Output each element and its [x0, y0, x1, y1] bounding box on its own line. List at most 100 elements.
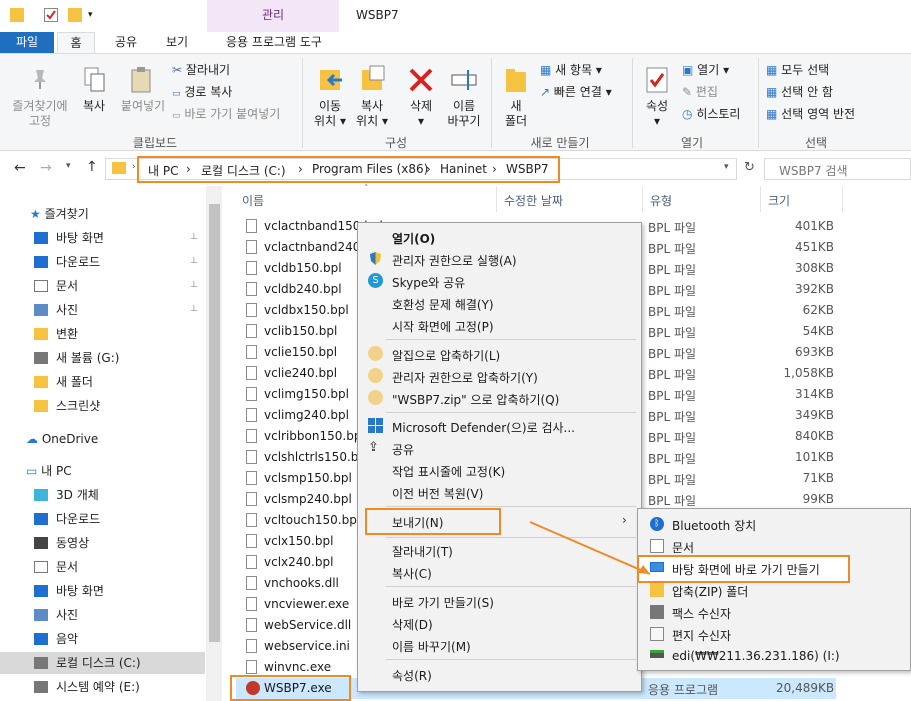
- recent-chevron-icon[interactable]: ▾: [66, 161, 71, 171]
- sidebar-item[interactable]: 바탕 화면: [34, 580, 104, 602]
- new-folder-icon: [505, 66, 527, 94]
- history-button[interactable]: ◷ 히스토리: [682, 106, 740, 122]
- menu-run-admin[interactable]: 관리자 권한으로 실행(A): [392, 252, 517, 269]
- sidebar-item[interactable]: 로컬 디스크 (C:): [34, 652, 141, 674]
- menu-rename[interactable]: 이름 바꾸기(M): [392, 638, 471, 655]
- nav-scrollbar-thumb[interactable]: [209, 204, 220, 642]
- up-icon[interactable]: ↑: [86, 159, 98, 175]
- move-to-button[interactable]: 이동 위치 ▾: [310, 99, 350, 129]
- menu-compress-admin[interactable]: 관리자 권한으로 압축하기(Y): [392, 369, 538, 386]
- sidebar-item[interactable]: 다운로드: [34, 508, 100, 530]
- nav-onedrive[interactable]: ☁ OneDrive: [26, 428, 98, 450]
- menu-skype[interactable]: Skype와 공유: [392, 274, 465, 291]
- sidebar-item[interactable]: 다운로드: [34, 251, 100, 273]
- column-size[interactable]: 크기: [768, 192, 790, 209]
- pin-icon[interactable]: ⊥: [190, 232, 198, 242]
- sidebar-item[interactable]: 문서: [34, 275, 78, 297]
- submenu-desktop-shortcut[interactable]: 바탕 화면에 바로 가기 만들기: [672, 561, 820, 578]
- open-button[interactable]: ▣ 열기 ▾: [682, 62, 729, 78]
- refresh-icon[interactable]: ↻: [744, 160, 755, 175]
- menu-cut[interactable]: 잘라내기(T): [392, 543, 453, 560]
- sidebar-item[interactable]: 스크린샷: [34, 395, 100, 417]
- sidebar-item[interactable]: 새 볼륨 (G:): [34, 347, 119, 369]
- menu-delete[interactable]: 삭제(D): [392, 616, 433, 633]
- tab-share[interactable]: 공유: [107, 32, 145, 53]
- new-item-button[interactable]: ▦ 새 항목 ▾: [540, 62, 602, 78]
- menu-compat[interactable]: 호환성 문제 해결(Y): [392, 296, 494, 313]
- submenu-mail[interactable]: 편지 수신자: [672, 627, 731, 644]
- column-date[interactable]: 수정한 날짜: [504, 192, 563, 209]
- back-icon[interactable]: ←: [14, 160, 26, 176]
- forward-icon[interactable]: →: [40, 160, 52, 176]
- tab-app-tools[interactable]: 응용 프로그램 도구: [212, 32, 336, 53]
- address-dropdown-icon[interactable]: ▾: [724, 162, 729, 172]
- copy-button[interactable]: 복사: [76, 99, 112, 114]
- delete-button[interactable]: 삭제 ▾: [402, 99, 440, 129]
- new-folder-button[interactable]: 새 폴더: [500, 99, 532, 129]
- submenu-fax[interactable]: 팩스 수신자: [672, 605, 731, 622]
- file-size: 99KB: [802, 492, 834, 506]
- select-all-button[interactable]: ▦ 모두 선택: [766, 62, 829, 78]
- invert-selection-button[interactable]: ▦ 선택 영역 반전: [766, 106, 855, 122]
- column-name[interactable]: 이름: [242, 192, 264, 209]
- menu-create-shortcut[interactable]: 바로 가기 만들기(S): [392, 594, 494, 611]
- easy-access-button[interactable]: ↗ 빠른 연결 ▾: [540, 84, 612, 100]
- rename-button[interactable]: 이름 바꾸기: [442, 99, 486, 129]
- paste-shortcut-button[interactable]: ▭ 바로 가기 붙여넣기: [172, 106, 280, 124]
- copy-to-button[interactable]: 복사 위치 ▾: [352, 99, 392, 129]
- send-to-highlight: [365, 508, 501, 535]
- menu-defender[interactable]: Microsoft Defender(으)로 검사...: [392, 419, 575, 436]
- tab-view[interactable]: 보기: [157, 32, 197, 53]
- bluetooth-icon: ᛒ: [650, 517, 664, 531]
- cut-button[interactable]: ✂ 잘라내기: [172, 62, 230, 78]
- sidebar-item[interactable]: 3D 개체: [34, 484, 99, 506]
- menu-share[interactable]: 공유: [392, 441, 414, 458]
- sidebar-item[interactable]: 변환: [34, 323, 78, 345]
- file-icon: [246, 324, 257, 338]
- file-name: vncviewer.exe: [264, 597, 350, 611]
- column-type[interactable]: 유형: [650, 192, 672, 209]
- sidebar-item[interactable]: 음악: [34, 628, 78, 650]
- menu-properties[interactable]: 속성(R): [392, 667, 432, 684]
- menu-pin-start[interactable]: 시작 화면에 고정(P): [392, 318, 494, 335]
- submenu-bluetooth[interactable]: Bluetooth 장치: [672, 517, 756, 534]
- pin-icon[interactable]: ⊥: [190, 280, 198, 290]
- nav-this-pc[interactable]: ▭ 내 PC: [26, 460, 72, 482]
- delete-icon: [407, 66, 435, 94]
- submenu-zip[interactable]: 압축(ZIP) 폴더: [672, 583, 748, 600]
- sidebar-item[interactable]: 동영상: [34, 532, 89, 554]
- menu-compress-zip[interactable]: "WSBP7.zip" 으로 압축하기(Q): [392, 391, 559, 408]
- chevron-down-icon[interactable]: ▾: [88, 8, 102, 22]
- submenu-network-drive[interactable]: edi(₩₩211.36.231.186) (I:): [672, 649, 840, 663]
- menu-open[interactable]: 열기(O): [392, 230, 435, 247]
- edit-button[interactable]: ✎ 편집: [682, 84, 718, 100]
- pin-quick-access-button[interactable]: 즐겨찾기에 고정: [6, 99, 74, 129]
- sidebar-item[interactable]: 시스템 예약 (E:): [34, 676, 140, 698]
- file-icon: [246, 303, 257, 317]
- menu-pin-taskbar[interactable]: 작업 표시줄에 고정(K): [392, 463, 505, 480]
- sidebar-item[interactable]: 사진: [34, 604, 78, 626]
- sidebar-item[interactable]: 바탕 화면: [34, 227, 104, 249]
- menu-compress-alzip[interactable]: 알집으로 압축하기(L): [392, 347, 500, 364]
- file-type: BPL 파일: [648, 221, 697, 235]
- file-size: 62KB: [802, 303, 834, 317]
- properties-button[interactable]: 속성 ▾: [638, 99, 676, 129]
- sidebar-item[interactable]: 새 폴더: [34, 371, 93, 393]
- pin-icon[interactable]: ⊥: [190, 256, 198, 266]
- select-none-button[interactable]: ▦ 선택 안 함: [766, 84, 833, 100]
- file-name: winvnc.exe: [264, 660, 332, 674]
- sidebar-item[interactable]: 사진: [34, 299, 78, 321]
- pin-icon[interactable]: ⊥: [190, 304, 198, 314]
- paste-button[interactable]: 붙여넣기: [116, 99, 170, 114]
- new-folder-icon[interactable]: [68, 8, 82, 22]
- menu-restore[interactable]: 이전 버전 복원(V): [392, 485, 483, 502]
- nav-quick-access[interactable]: ★ 즐겨찾기: [30, 203, 89, 225]
- copy-path-button[interactable]: ▭ 경로 복사: [172, 84, 232, 102]
- search-input[interactable]: WSBP7 검색: [764, 158, 911, 180]
- tab-home[interactable]: 홈: [57, 32, 95, 53]
- sidebar-item[interactable]: 문서: [34, 556, 78, 578]
- menu-copy[interactable]: 복사(C): [392, 565, 432, 582]
- checkbox-icon[interactable]: [44, 8, 58, 22]
- tab-file[interactable]: 파일: [0, 32, 54, 53]
- submenu-documents[interactable]: 문서: [672, 539, 694, 556]
